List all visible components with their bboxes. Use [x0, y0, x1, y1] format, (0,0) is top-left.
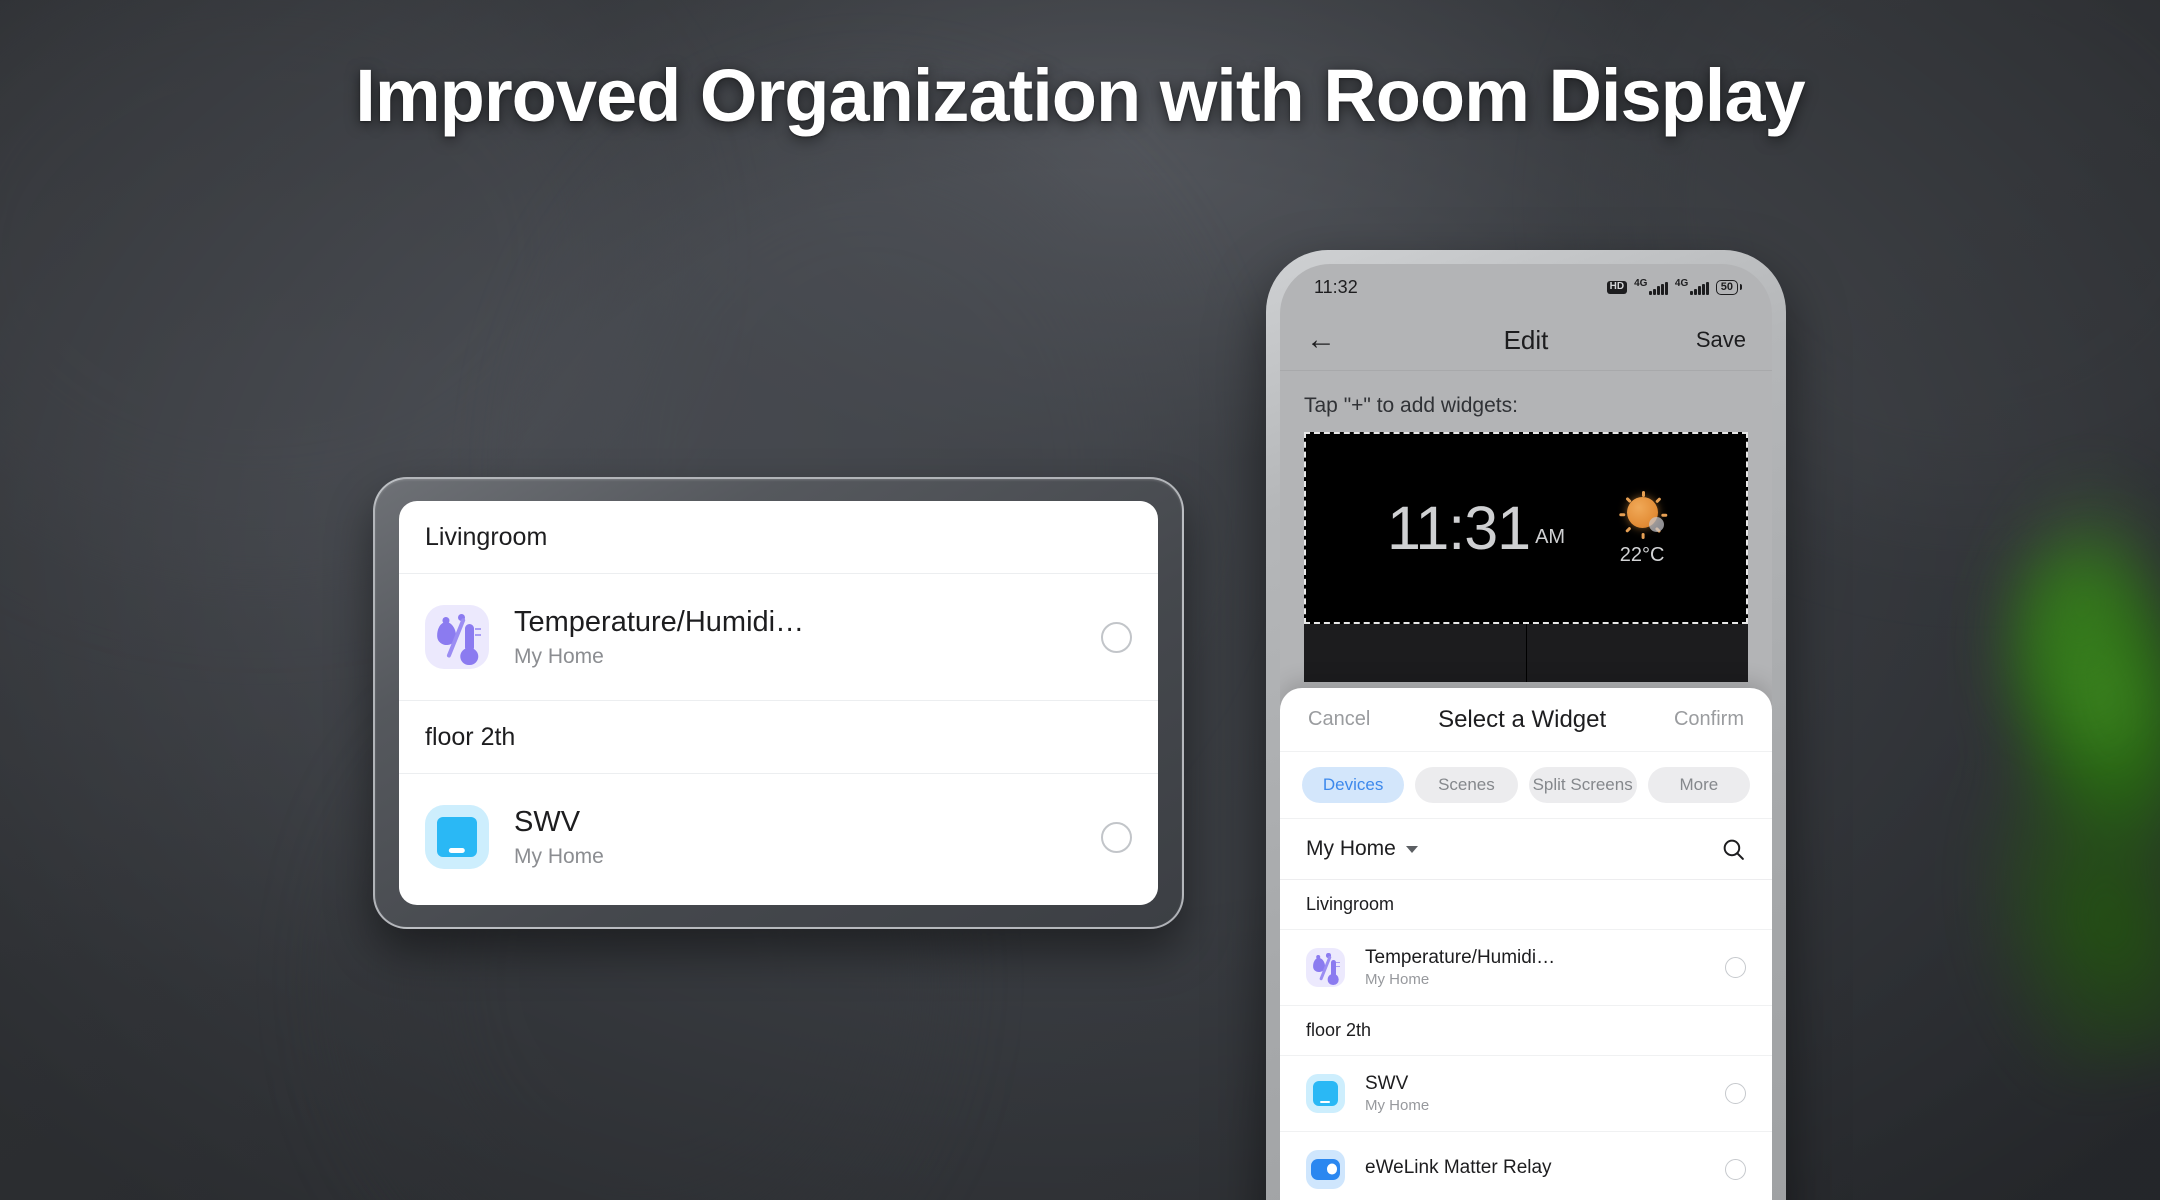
- relay-icon: [1306, 1150, 1345, 1189]
- chevron-down-icon: [1405, 845, 1418, 853]
- widget-clock-ampm: AM: [1535, 526, 1566, 549]
- callout-device-row[interactable]: Temperature/Humidi… My Home: [399, 573, 1158, 700]
- tap-hint-text: Tap "+" to add widgets:: [1304, 394, 1518, 417]
- signal-icon-1: 4G: [1634, 279, 1668, 295]
- callout-device-list: Livingroom Temperature/Humidi… My Home f…: [399, 501, 1158, 905]
- home-filter-bar: My Home: [1280, 819, 1772, 879]
- phone-screen: 11:32 HD 4G 4G 50 ← Edit Save Tap "+" to…: [1280, 264, 1772, 1200]
- status-bar-icons: HD 4G 4G 50: [1606, 279, 1742, 295]
- list-item-text: SWV My Home: [1365, 1073, 1725, 1115]
- widget-clock-time: 11:31: [1386, 493, 1531, 562]
- battery-icon: 50: [1715, 279, 1742, 295]
- widget-slot-row[interactable]: [1304, 624, 1748, 682]
- widget-weather: 22°C: [1619, 489, 1668, 567]
- list-item-radio[interactable]: [1725, 1159, 1746, 1180]
- hd-voice-icon: HD: [1606, 280, 1628, 294]
- switch-icon: [425, 805, 489, 869]
- sheet-title: Select a Widget: [1438, 705, 1607, 733]
- zoom-callout-card: Livingroom Temperature/Humidi… My Home f…: [373, 477, 1184, 929]
- callout-section-header: floor 2th: [425, 722, 516, 751]
- list-section-header: floor 2th: [1280, 1006, 1772, 1056]
- callout-device-row[interactable]: SWV My Home: [399, 773, 1158, 900]
- list-item[interactable]: eWeLink Matter Relay: [1280, 1132, 1772, 1200]
- list-item-name: Temperature/Humidi…: [1365, 946, 1556, 968]
- status-bar: 11:32 HD 4G 4G 50: [1280, 264, 1772, 310]
- temperature-humidity-icon: [425, 605, 489, 669]
- callout-device-home: My Home: [514, 845, 604, 869]
- tab-scenes[interactable]: Scenes: [1415, 767, 1518, 803]
- list-item-text: Temperature/Humidi… My Home: [1365, 947, 1725, 989]
- home-selector-label: My Home: [1306, 837, 1396, 860]
- select-widget-sheet: Cancel Select a Widget Confirm Devices S…: [1280, 688, 1772, 1200]
- back-arrow-icon[interactable]: ←: [1306, 325, 1350, 355]
- callout-device-name: Temperature/Humidi…: [514, 605, 805, 638]
- list-item-name: SWV: [1365, 1072, 1409, 1094]
- device-list: Livingroom Temperature/Humidi… My Home f…: [1280, 880, 1772, 1200]
- tab-more[interactable]: More: [1647, 767, 1751, 803]
- cancel-button[interactable]: Cancel: [1308, 708, 1370, 731]
- callout-device-radio[interactable]: [1101, 621, 1132, 653]
- clock-weather-widget[interactable]: 11:31 AM 22°C: [1304, 432, 1748, 624]
- list-item-radio[interactable]: [1725, 957, 1746, 978]
- widget-temperature: 22°C: [1619, 544, 1665, 566]
- list-item[interactable]: Temperature/Humidi… My Home: [1280, 930, 1772, 1006]
- search-icon[interactable]: [1721, 837, 1746, 862]
- list-item-radio[interactable]: [1725, 1083, 1746, 1104]
- widget-slot[interactable]: [1526, 624, 1748, 682]
- home-selector-dropdown[interactable]: My Home: [1306, 837, 1418, 861]
- sun-icon: [1619, 489, 1668, 539]
- list-item-home: My Home: [1365, 1097, 1430, 1115]
- widget-preview-area: 11:31 AM 22°C: [1280, 432, 1772, 682]
- page-title: Improved Organization with Room Display: [355, 54, 1805, 137]
- temperature-humidity-icon: [1306, 948, 1345, 987]
- status-bar-time: 11:32: [1314, 276, 1358, 297]
- list-section-header: Livingroom: [1280, 880, 1772, 930]
- widget-slot[interactable]: [1304, 624, 1527, 682]
- list-item-text: eWeLink Matter Relay: [1365, 1157, 1725, 1182]
- save-button[interactable]: Save: [1696, 327, 1746, 353]
- callout-device-text: Temperature/Humidi… My Home: [514, 605, 1101, 669]
- callout-device-name: SWV: [514, 805, 581, 838]
- phone-mockup: 11:32 HD 4G 4G 50 ← Edit Save Tap "+" to…: [1266, 250, 1786, 1200]
- app-header: ← Edit Save: [1280, 310, 1772, 370]
- tab-devices[interactable]: Devices: [1302, 767, 1405, 803]
- list-item-name: eWeLink Matter Relay: [1365, 1157, 1552, 1179]
- widget-clock: 11:31 AM: [1386, 493, 1566, 562]
- list-item[interactable]: SWV My Home: [1280, 1056, 1772, 1132]
- switch-icon: [1306, 1074, 1345, 1113]
- callout-device-radio[interactable]: [1101, 821, 1132, 853]
- widget-category-tabs: Devices Scenes Split Screens More: [1280, 752, 1772, 818]
- callout-device-home: My Home: [514, 645, 604, 669]
- callout-device-text: SWV My Home: [514, 805, 1101, 869]
- tab-split-screens[interactable]: Split Screens: [1528, 767, 1637, 803]
- sheet-header: Cancel Select a Widget Confirm: [1280, 688, 1772, 752]
- callout-section-header: Livingroom: [425, 522, 548, 551]
- signal-icon-2: 4G: [1675, 279, 1709, 295]
- confirm-button[interactable]: Confirm: [1674, 708, 1744, 731]
- list-item-home: My Home: [1365, 971, 1430, 989]
